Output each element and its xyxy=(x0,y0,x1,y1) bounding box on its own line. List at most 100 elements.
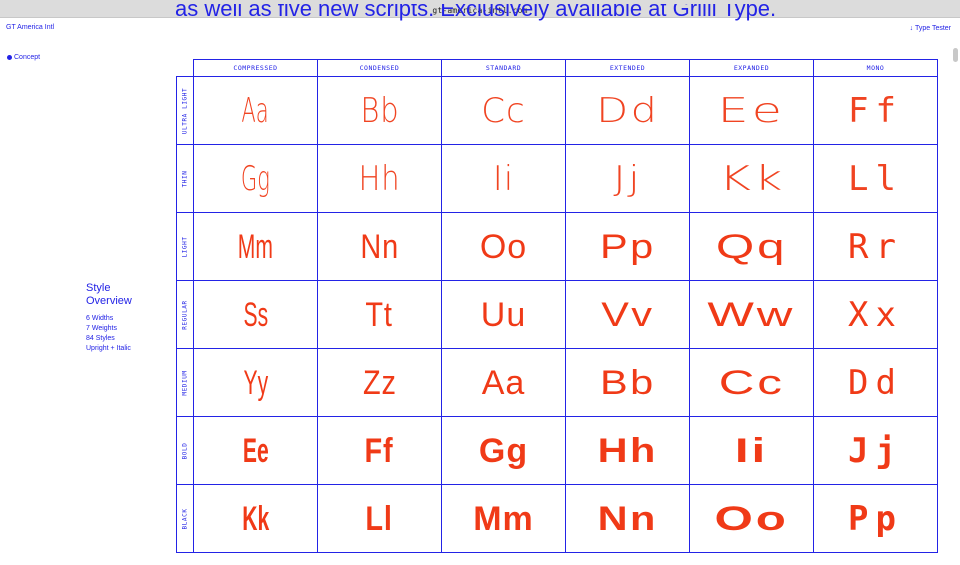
glyph-sample: Gg xyxy=(241,158,270,199)
glyph-sample: Ww xyxy=(707,295,796,334)
glyph-cell-expanded: Ww xyxy=(689,280,814,349)
glyph-cell-extended: Jj xyxy=(565,144,690,213)
row-label-0: ULTRA LIGHT xyxy=(176,76,194,145)
glyph-cell-standard: Gg xyxy=(441,416,566,485)
glyph-cell-standard: Aa xyxy=(441,348,566,417)
glyph-sample: Ii xyxy=(492,158,515,199)
glyph-cell-standard: Mm xyxy=(441,484,566,553)
glyph-sample: Ee xyxy=(717,90,786,131)
glyph-cell-condensed: Nn xyxy=(317,212,442,281)
scrollbar-thumb[interactable] xyxy=(953,48,958,62)
row-label-5: BOLD xyxy=(176,416,194,485)
glyph-cell-mono: Jj xyxy=(813,416,938,485)
glyph-cell-standard: Oo xyxy=(441,212,566,281)
glyph-cell-condensed: Bb xyxy=(317,76,442,145)
glyph-sample: Bb xyxy=(360,90,399,131)
grid-row: REGULAR Ss Tt Uu Vv Ww Xx xyxy=(176,280,938,349)
glyph-sample: Ii xyxy=(734,431,769,470)
glyph-sample: Zz xyxy=(362,363,397,402)
glyph-cell-compressed: Ss xyxy=(193,280,318,349)
col-standard: STANDARD xyxy=(441,59,566,77)
fact-weights: 7 Weights xyxy=(86,325,117,332)
glyph-sample: Vv xyxy=(600,295,655,334)
glyph-sample: Gg xyxy=(478,431,529,470)
row-label-2: LIGHT xyxy=(176,212,194,281)
glyph-cell-extended: Pp xyxy=(565,212,690,281)
glyph-sample: Ee xyxy=(242,431,269,470)
glyph-cell-expanded: Ii xyxy=(689,416,814,485)
glyph-cell-mono: Ff xyxy=(813,76,938,145)
concept-label: Concept xyxy=(14,54,41,61)
glyph-sample: Uu xyxy=(480,295,527,334)
glyph-sample: Ll xyxy=(848,158,903,199)
glyph-sample: Dd xyxy=(595,90,660,131)
glyph-sample: Dd xyxy=(848,362,903,403)
glyph-sample: Jj xyxy=(613,158,642,199)
glyph-sample: Bb xyxy=(599,363,656,402)
weight-label: ULTRA LIGHT xyxy=(181,87,189,134)
col-condensed: CONDENSED xyxy=(317,59,442,77)
glyph-cell-mono: Pp xyxy=(813,484,938,553)
type-tester-link[interactable]: ↓ Type Tester xyxy=(910,25,951,32)
glyph-sample: Oo xyxy=(714,499,789,538)
glyph-cell-standard: Uu xyxy=(441,280,566,349)
glyph-sample: Yy xyxy=(243,363,268,402)
glyph-sample: Nn xyxy=(360,227,399,266)
glyph-cell-compressed: Yy xyxy=(193,348,318,417)
glyph-cell-mono: Rr xyxy=(813,212,938,281)
glyph-sample: Mm xyxy=(237,227,274,266)
col-mono: MONO xyxy=(813,59,938,77)
glyph-sample: Pp xyxy=(599,227,656,266)
glyph-cell-extended: Hh xyxy=(565,416,690,485)
glyph-cell-condensed: Ff xyxy=(317,416,442,485)
col-extended: EXTENDED xyxy=(565,59,690,77)
glyph-sample: Xx xyxy=(848,294,903,335)
glyph-cell-expanded: Cc xyxy=(689,348,814,417)
glyph-sample: Hh xyxy=(597,431,658,470)
weight-label: LIGHT xyxy=(181,235,189,258)
glyph-sample: Kk xyxy=(718,158,785,199)
glyph-sample: Ff xyxy=(848,90,903,131)
grid-row: BOLD Ee Ff Gg Hh Ii Jj xyxy=(176,416,938,485)
glyph-cell-expanded: Ee xyxy=(689,76,814,145)
glyph-cell-mono: Xx xyxy=(813,280,938,349)
glyph-cell-extended: Vv xyxy=(565,280,690,349)
glyph-cell-extended: Nn xyxy=(565,484,690,553)
glyph-cell-expanded: Oo xyxy=(689,484,814,553)
glyph-sample: Hh xyxy=(358,158,401,199)
glyph-cell-condensed: Hh xyxy=(317,144,442,213)
info-icon xyxy=(7,55,12,60)
glyph-sample: Jj xyxy=(848,430,903,471)
weight-label: BOLD xyxy=(181,442,189,459)
glyph-cell-extended: Bb xyxy=(565,348,690,417)
grid-row: MEDIUM Yy Zz Aa Bb Cc Dd xyxy=(176,348,938,417)
weight-label: MEDIUM xyxy=(181,369,189,396)
glyph-sample: Tt xyxy=(365,295,394,334)
grid-row: LIGHT Mm Nn Oo Pp Qq Rr xyxy=(176,212,938,281)
glyph-cell-compressed: Aa xyxy=(193,76,318,145)
glyph-sample: Ss xyxy=(243,295,268,334)
glyph-sample: Oo xyxy=(479,227,528,266)
brand-link[interactable]: GT America Intl xyxy=(6,24,54,31)
glyph-cell-standard: Ii xyxy=(441,144,566,213)
glyph-cell-compressed: Mm xyxy=(193,212,318,281)
glyph-cell-compressed: Kk xyxy=(193,484,318,553)
glyph-cell-expanded: Qq xyxy=(689,212,814,281)
glyph-cell-extended: Dd xyxy=(565,76,690,145)
grid-row: ULTRA LIGHT Aa Bb Cc Dd Ee Ff xyxy=(176,76,938,145)
row-label-1: THIN xyxy=(176,144,194,213)
row-label-6: BLACK xyxy=(176,484,194,553)
glyph-sample: Mm xyxy=(473,499,534,538)
glyph-cell-condensed: Zz xyxy=(317,348,442,417)
concept-link[interactable]: Concept xyxy=(7,54,40,61)
glyph-cell-compressed: Ee xyxy=(193,416,318,485)
glyph-sample: Aa xyxy=(241,90,270,131)
glyph-cell-expanded: Kk xyxy=(689,144,814,213)
col-expanded: EXPANDED xyxy=(689,59,814,77)
headline-text: as well as five new scripts. Exclusively… xyxy=(175,4,777,21)
weight-label: THIN xyxy=(181,170,189,187)
row-label-4: MEDIUM xyxy=(176,348,194,417)
weight-label: REGULAR xyxy=(181,299,189,330)
glyph-cell-condensed: Tt xyxy=(317,280,442,349)
glyph-cell-mono: Dd xyxy=(813,348,938,417)
